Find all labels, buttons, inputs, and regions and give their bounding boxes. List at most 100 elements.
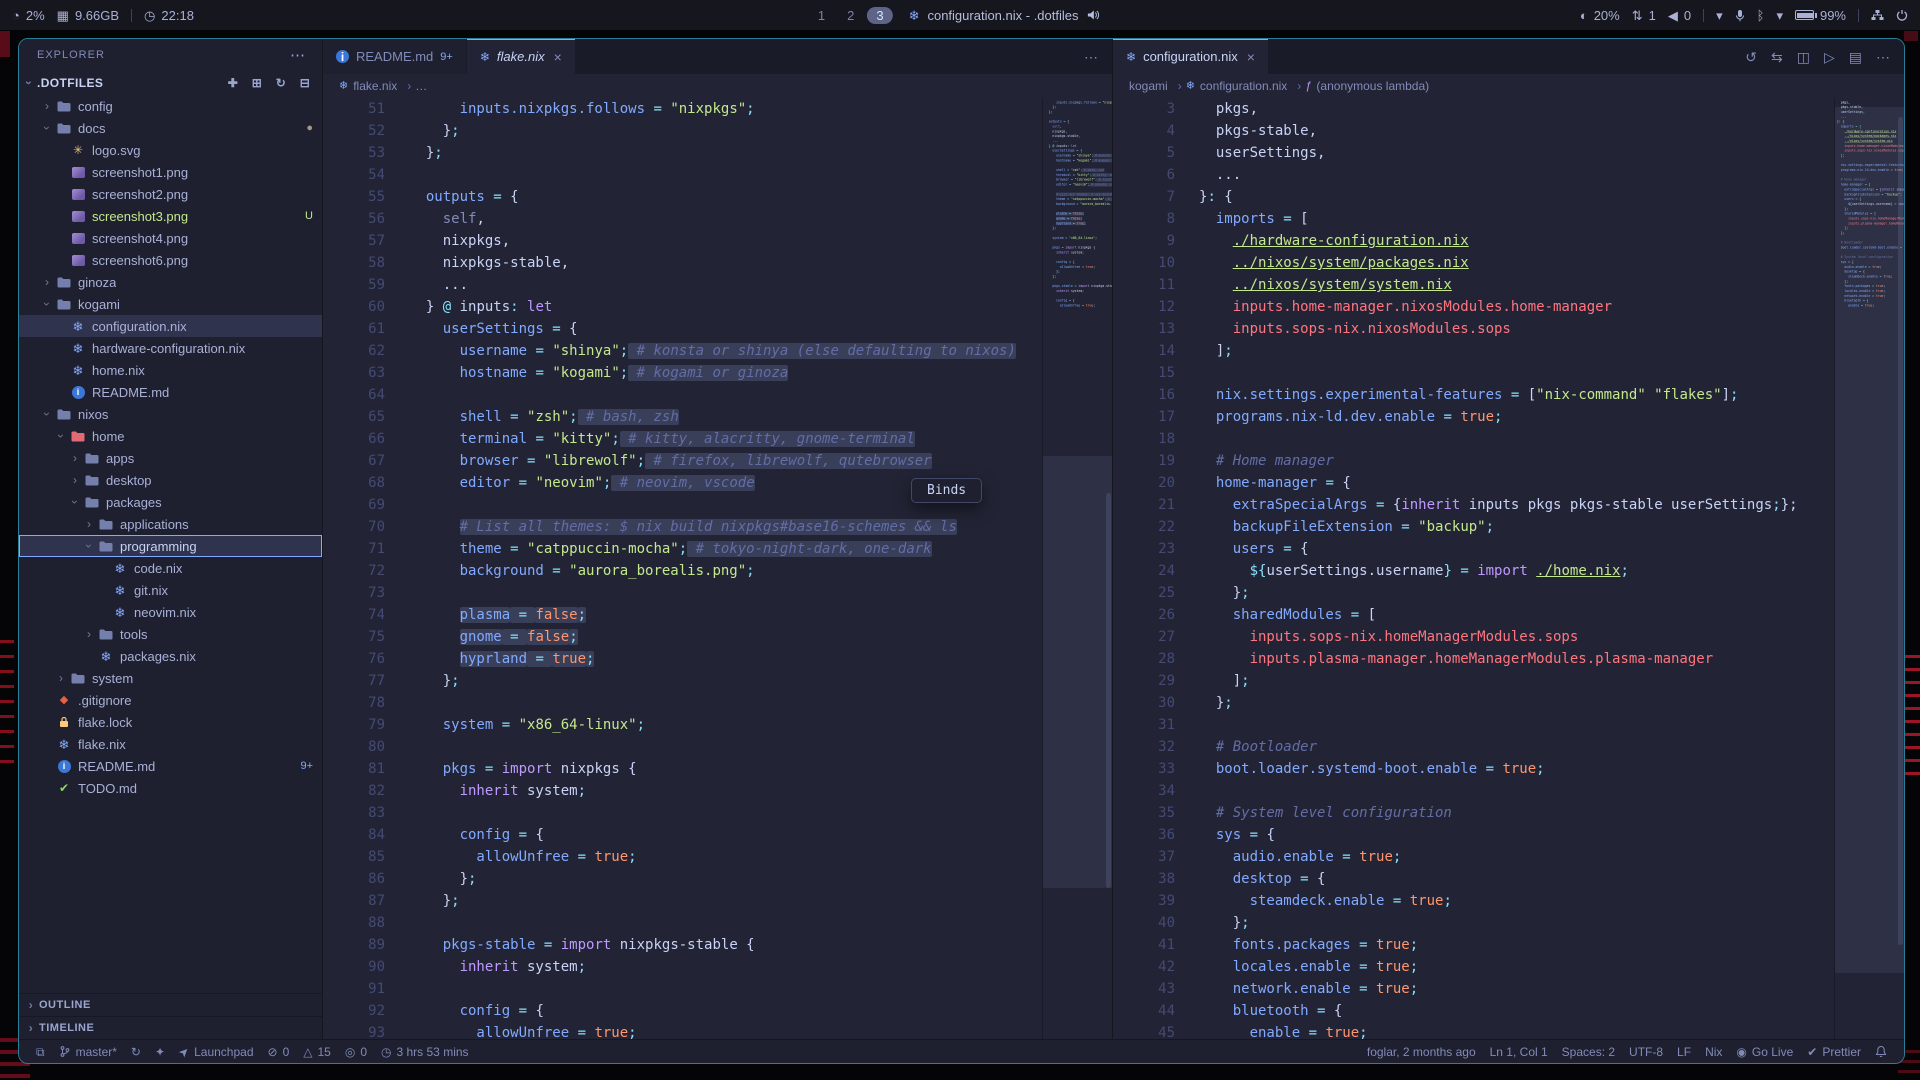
bluetooth[interactable]: ᛒ bbox=[1757, 9, 1765, 22]
brightness[interactable]: ◐20% bbox=[1580, 8, 1620, 23]
status-indentation[interactable]: Spaces: 2 bbox=[1555, 1040, 1622, 1063]
media-count[interactable]: ◀0 bbox=[1668, 8, 1691, 23]
code-editor[interactable]: 3456789101112131415161718192021222324252… bbox=[1113, 98, 1904, 1039]
explorer-item-git-nix[interactable]: ❄git.nix bbox=[19, 579, 322, 601]
explorer-item-readme-md[interactable]: iREADME.md bbox=[19, 381, 322, 403]
status-cursor-position[interactable]: Ln 1, Col 1 bbox=[1483, 1040, 1555, 1063]
breadcrumb-item[interactable]: ❄flake.nix bbox=[339, 79, 411, 93]
explorer-item-desktop[interactable]: desktop bbox=[19, 469, 322, 491]
status-notifications[interactable] bbox=[1868, 1040, 1894, 1063]
code-token: ; bbox=[1082, 251, 1084, 255]
explorer-item-apps[interactable]: apps bbox=[19, 447, 322, 469]
status-launchpad[interactable]: ➤Launchpad bbox=[172, 1040, 260, 1063]
status-encoding[interactable]: UTF-8 bbox=[1622, 1040, 1670, 1063]
tab-readme-md[interactable]: iREADME.md9+ bbox=[323, 39, 467, 74]
minimap[interactable]: pkgs, pkgs-stable, userSettings, ...}: {… bbox=[1834, 98, 1904, 1039]
battery[interactable]: 99% bbox=[1795, 8, 1846, 23]
tray-chevron[interactable]: ▾ bbox=[1716, 9, 1723, 22]
status-go-live[interactable]: ◉Go Live bbox=[1729, 1040, 1800, 1063]
explorer-item-packages[interactable]: packages bbox=[19, 491, 322, 513]
scrollbar-thumb[interactable] bbox=[1106, 493, 1111, 888]
status-language[interactable]: Nix bbox=[1698, 1040, 1729, 1063]
workspace-3[interactable]: 3 bbox=[867, 7, 892, 24]
workspace-2[interactable]: 2 bbox=[838, 7, 863, 24]
collapse-folders-icon[interactable]: ⊟ bbox=[298, 76, 312, 90]
workspace-1[interactable]: 1 bbox=[809, 7, 834, 24]
explorer-item-ginoza[interactable]: ginoza bbox=[19, 271, 322, 293]
compare-icon[interactable]: ⇆ bbox=[1771, 49, 1783, 65]
tab-configuration-nix[interactable]: ❄configuration.nix bbox=[1113, 39, 1269, 74]
clock[interactable]: ◷22:18 bbox=[144, 8, 194, 23]
explorer-item-hardware-configuration-nix[interactable]: ❄hardware-configuration.nix bbox=[19, 337, 322, 359]
timeline-section-header[interactable]: TIMELINE bbox=[19, 1016, 322, 1039]
breadcrumb-item[interactable]: ❄configuration.nix bbox=[1186, 79, 1302, 93]
explorer-item-nixos[interactable]: nixos bbox=[19, 403, 322, 425]
explorer-item-home-nix[interactable]: ❄home.nix bbox=[19, 359, 322, 381]
explorer-item-docs[interactable]: docs● bbox=[19, 117, 322, 139]
status-eol[interactable]: LF bbox=[1670, 1040, 1698, 1063]
status-remote[interactable]: ⧉ bbox=[29, 1040, 52, 1063]
memory[interactable]: ▦9.66GB bbox=[57, 8, 119, 23]
refresh-explorer-icon[interactable]: ↻ bbox=[274, 76, 288, 90]
views-more-actions-icon[interactable]: ⋯ bbox=[290, 46, 306, 64]
split-editor-icon[interactable]: ◫ bbox=[1797, 49, 1810, 65]
close-icon[interactable] bbox=[1247, 49, 1255, 65]
explorer-item-gitignore[interactable]: ◆.gitignore bbox=[19, 689, 322, 711]
new-folder-icon[interactable]: ⊞ bbox=[250, 76, 264, 90]
network-traffic[interactable]: ⇅1 bbox=[1632, 8, 1656, 23]
explorer-item-screenshot3-png[interactable]: screenshot3.pngU bbox=[19, 205, 322, 227]
power[interactable] bbox=[1896, 9, 1908, 21]
close-icon[interactable] bbox=[554, 49, 562, 65]
status-errors[interactable]: ⊘0 bbox=[261, 1040, 297, 1063]
status-warnings[interactable]: △15 bbox=[296, 1040, 338, 1063]
status-sync[interactable]: ↻ bbox=[124, 1040, 148, 1063]
explorer-item-code-nix[interactable]: ❄code.nix bbox=[19, 557, 322, 579]
layout-icon[interactable]: ▤ bbox=[1849, 49, 1862, 65]
minimap[interactable]: inputs.nixpkgs.follows = "nixpkgs"; }; }… bbox=[1042, 98, 1112, 1039]
breadcrumb-item[interactable]: … bbox=[415, 79, 427, 93]
explorer-item-todo-md[interactable]: ✔TODO.md bbox=[19, 777, 322, 799]
explorer-item-readme-md[interactable]: iREADME.md9+ bbox=[19, 755, 322, 777]
explorer-item-flake-nix[interactable]: ❄flake.nix bbox=[19, 733, 322, 755]
tray-chevron-2[interactable]: ▾ bbox=[1776, 9, 1783, 22]
explorer-item-home[interactable]: home bbox=[19, 425, 322, 447]
outline-section-header[interactable]: OUTLINE bbox=[19, 993, 322, 1016]
explorer-item-system[interactable]: system bbox=[19, 667, 322, 689]
explorer-item-config[interactable]: config bbox=[19, 95, 322, 117]
minimap-slider[interactable] bbox=[1043, 456, 1112, 889]
explorer-item-configuration-nix[interactable]: ❄configuration.nix bbox=[19, 315, 322, 337]
history-icon[interactable]: ↺ bbox=[1745, 49, 1757, 65]
code-editor[interactable]: 5152535455565758596061626364656667686970… bbox=[323, 98, 1112, 1039]
status-wakatime[interactable]: ◷3 hrs 53 mins bbox=[374, 1040, 476, 1063]
explorer-item-kogami[interactable]: kogami bbox=[19, 293, 322, 315]
status-prettier[interactable]: ✔Prettier bbox=[1800, 1040, 1868, 1063]
status-gitlens[interactable]: ✦ bbox=[148, 1040, 172, 1063]
cpu[interactable]: ◔2% bbox=[12, 8, 45, 23]
explorer-item-screenshot2-png[interactable]: screenshot2.png bbox=[19, 183, 322, 205]
explorer-item-tools[interactable]: tools bbox=[19, 623, 322, 645]
status-blame[interactable]: foglar, 2 months ago bbox=[1360, 1040, 1483, 1063]
breadcrumb-item[interactable]: ƒ(anonymous lambda) bbox=[1305, 79, 1429, 93]
scrollbar-thumb[interactable] bbox=[1898, 117, 1903, 945]
explorer-item-screenshot1-png[interactable]: screenshot1.png bbox=[19, 161, 322, 183]
explorer-item-neovim-nix[interactable]: ❄neovim.nix bbox=[19, 601, 322, 623]
more-icon[interactable]: ⋯ bbox=[1084, 49, 1098, 65]
explorer-item-programming[interactable]: programming bbox=[19, 535, 322, 557]
tab-flake-nix[interactable]: ❄flake.nix bbox=[467, 39, 576, 74]
new-file-icon[interactable]: ✚ bbox=[226, 76, 240, 90]
explorer-item-screenshot6-png[interactable]: screenshot6.png bbox=[19, 249, 322, 271]
breadcrumb-item[interactable]: kogami bbox=[1129, 79, 1182, 93]
explorer-item-applications[interactable]: applications bbox=[19, 513, 322, 535]
workspace-section-header[interactable]: .DOTFILES ✚⊞↻⊟ bbox=[19, 71, 322, 95]
microphone[interactable] bbox=[1735, 9, 1745, 22]
status-ports[interactable]: ◎0 bbox=[338, 1040, 374, 1063]
more-icon[interactable]: ⋯ bbox=[1876, 49, 1890, 65]
network[interactable] bbox=[1871, 9, 1884, 21]
run-icon[interactable]: ▷ bbox=[1824, 49, 1835, 65]
explorer-item-screenshot4-png[interactable]: screenshot4.png bbox=[19, 227, 322, 249]
explorer-item-flake-lock[interactable]: flake.lock bbox=[19, 711, 322, 733]
minimap-slider[interactable] bbox=[1835, 107, 1904, 973]
explorer-item-packages-nix[interactable]: ❄packages.nix bbox=[19, 645, 322, 667]
status-branch[interactable]: master* bbox=[52, 1040, 124, 1063]
explorer-item-logo-svg[interactable]: ✳logo.svg bbox=[19, 139, 322, 161]
